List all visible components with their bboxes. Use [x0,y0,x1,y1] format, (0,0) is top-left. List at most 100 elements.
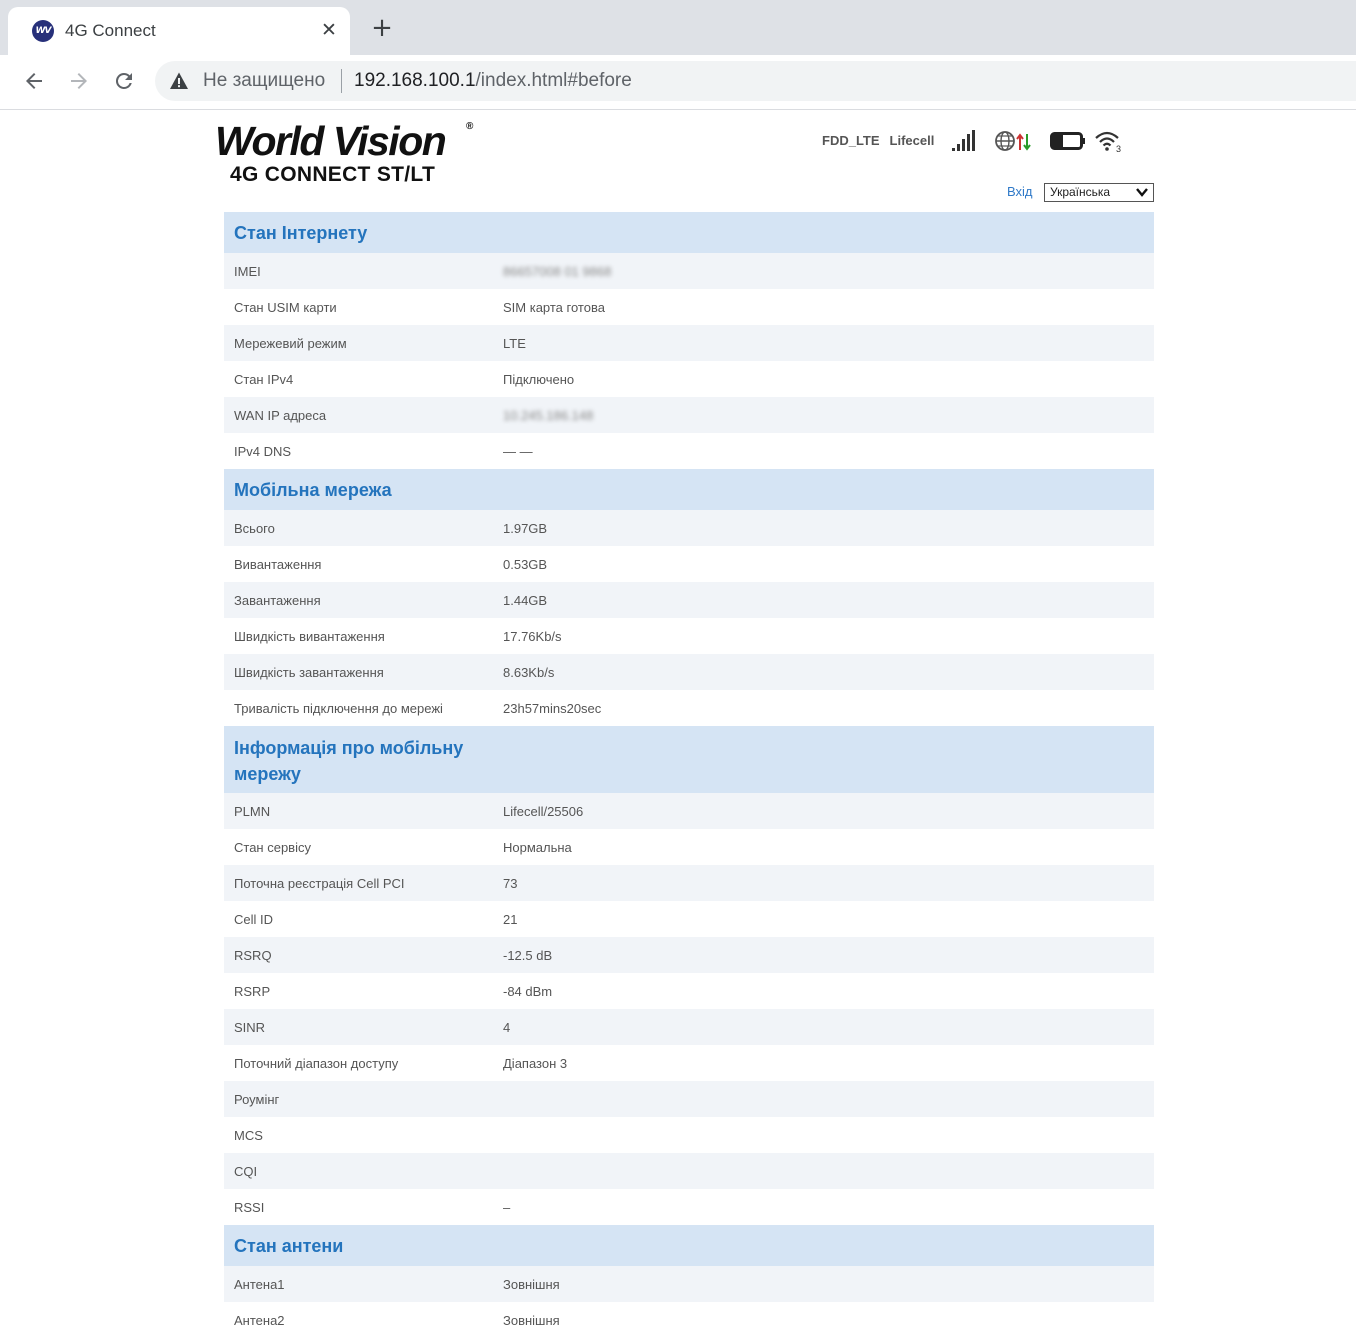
table-row: Антена1 Зовнішня [224,1266,1154,1302]
table-row: Стан IPv4 Підключено [224,361,1154,397]
forward-arrow-icon[interactable] [63,65,95,97]
row-value: -84 dBm [503,983,553,999]
chevron-down-icon [1136,188,1148,197]
row-value: SIM карта готова [503,299,605,315]
row-value: – [503,1199,511,1215]
row-label: Стан USIM карти [234,299,337,315]
favicon-icon: WV [32,20,54,42]
row-label: Мережевий режим [234,335,347,351]
language-select-value: Українська [1050,185,1111,199]
table-row: Завантаження 1.44GB [224,582,1154,618]
row-label: SINR [234,1019,266,1035]
row-value: Lifecell/25506 [503,803,584,819]
new-tab-icon[interactable]: + [369,15,395,41]
table-row: Cell ID 21 [224,901,1154,937]
row-value: 0.53GB [503,556,548,572]
row-label: Стан сервісу [234,839,311,855]
warning-icon [170,72,188,89]
row-value: 4 [503,1019,511,1035]
section-antenna-header: Стан антени [224,1225,1154,1266]
row-label: Вивантаження [234,556,322,572]
router-page: World Vision ® 4G CONNECT ST/LT FDD_LTE … [0,111,1356,1337]
row-value: Підключено [503,371,575,387]
logo-registered-mark: ® [466,121,474,132]
security-label[interactable]: Не защищено [203,69,325,93]
status-table: Стан Інтернету IMEI 86657008 01 9868 Стан … [224,212,1154,1337]
table-row: WAN IP адреса 10.245.186.148 [224,397,1154,433]
login-link[interactable]: Вхід [1007,184,1033,200]
row-label: Швидкість вивантаження [234,628,385,644]
row-value: 17.76Kb/s [503,628,562,644]
table-row: Мережевий режим LTE [224,325,1154,361]
table-row: Поточна реєстрація Cell PCI 73 [224,865,1154,901]
section-title: Інформація про мобільну мережу [234,737,464,784]
row-value: 73 [503,875,518,891]
row-label: Поточна реєстрація Cell PCI [234,875,405,891]
section-title: Стан Інтернету [234,222,368,243]
world-vision-logo: World Vision ® 4G CONNECT ST/LT [215,119,485,189]
row-label: WAN IP адреса [234,407,327,423]
section-info-header: Інформація про мобільну мережу [224,726,1154,793]
row-label: RSSI [234,1199,265,1215]
browser-tab-strip: WV 4G Connect ✕ + [0,0,1356,55]
status-bar: FDD_LTE Lifecell 3 [822,126,1124,156]
row-label: Стан IPv4 [234,371,294,387]
wifi-icon: 3 [1095,131,1121,154]
operator-name: Lifecell [889,133,935,148]
row-label: PLMN [234,803,271,819]
table-row: PLMN Lifecell/25506 [224,793,1154,829]
table-row: RSRQ -12.5 dB [224,937,1154,973]
logo-subtitle: 4G CONNECT ST/LT [230,163,436,186]
row-value: 1.44GB [503,592,548,608]
table-row: Антена2 Зовнішня [224,1302,1154,1337]
section-internet-header: Стан Інтернету [224,212,1154,253]
url-host: 192.168.100.1 [354,70,476,91]
browser-tab[interactable]: WV 4G Connect ✕ [8,7,350,55]
row-value: Зовнішня [503,1312,560,1328]
row-label: Швидкість завантаження [234,664,384,680]
row-label: Поточний діапазон доступу [234,1055,399,1071]
table-row: RSRP -84 dBm [224,973,1154,1009]
close-tab-icon[interactable]: ✕ [317,18,341,42]
row-value: 86657008 01 9868 [503,263,612,279]
table-row: IMEI 86657008 01 9868 [224,253,1154,289]
row-label: Роумінг [234,1091,280,1107]
row-label: Всього [234,520,275,536]
table-row: RSSI – [224,1189,1154,1225]
row-value: -12.5 dB [503,947,553,963]
row-label: RSRP [234,983,271,999]
section-title: Мобільна мережа [234,479,392,500]
browser-toolbar: Не защищено 192.168.100.1/index.html#bef… [0,55,1356,110]
row-label: RSRQ [234,947,272,963]
url-text[interactable]: 192.168.100.1/index.html#before [354,69,632,93]
back-arrow-icon[interactable] [18,65,50,97]
table-row: Всього 1.97GB [224,510,1154,546]
table-row: Тривалість підключення до мережі 23h57min… [224,690,1154,726]
address-bar[interactable]: Не защищено 192.168.100.1/index.html#bef… [155,61,1356,101]
row-value: — — [503,443,533,459]
svg-text:3: 3 [1116,144,1121,154]
row-value: Зовнішня [503,1276,560,1292]
table-row: IPv4 DNS — — [224,433,1154,469]
network-mode: FDD_LTE [822,133,880,148]
section-mobile-header: Мобільна мережа [224,469,1154,510]
url-path: /index.html#before [475,70,632,91]
table-row: Поточний діапазон доступу Діапазон 3 [224,1045,1154,1081]
reload-icon[interactable] [108,65,140,97]
row-label: Завантаження [234,592,321,608]
row-value: Діапазон 3 [503,1055,568,1071]
table-row: Стан USIM карти SIM карта готова [224,289,1154,325]
section-info-rows: PLMN Lifecell/25506 Стан сервісу Нормальна П… [224,793,1154,1225]
language-select[interactable]: Українська [1044,183,1154,202]
table-row: Швидкість вивантаження 17.76Kb/s [224,618,1154,654]
table-row: Швидкість завантаження 8.63Kb/s [224,654,1154,690]
section-title: Стан антени [234,1235,344,1256]
row-value: 10.245.186.148 [503,407,594,423]
row-value: 1.97GB [503,520,548,536]
section-mobile-rows: Всього 1.97GB Вивантаження 0.53GB Завантажен… [224,510,1154,726]
row-label: CQI [234,1163,258,1179]
table-row: MCS [224,1117,1154,1153]
section-antenna-rows: Антена1 Зовнішня Антена2 Зовнішня [224,1266,1154,1337]
signal-bars-icon [952,130,976,151]
table-row: CQI [224,1153,1154,1189]
